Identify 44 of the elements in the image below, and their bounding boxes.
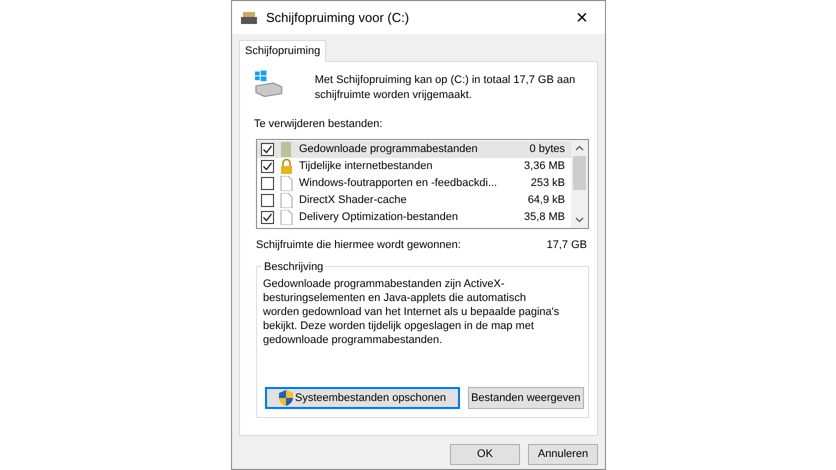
lock-icon: [279, 158, 294, 174]
file-name: Windows-foutrapporten en -feedbackdi...: [299, 176, 498, 191]
checkbox[interactable]: [261, 176, 274, 190]
list-row[interactable]: Tijdelijke internetbestanden 3,36 MB: [257, 158, 571, 174]
group-legend: Beschrijving: [262, 259, 326, 276]
file-name: Tijdelijke internetbestanden: [299, 158, 434, 174]
scroll-up-icon[interactable]: [575, 144, 584, 150]
file-size: 3,36 MB: [524, 158, 565, 174]
file-name: DirectX Shader-cache: [299, 192, 408, 208]
file-name: Delivery Optimization-bestanden: [299, 210, 459, 225]
file-icon: [279, 176, 294, 190]
file-size: 35,8 MB: [524, 210, 565, 225]
drive-icon: [254, 70, 283, 98]
file-size: 253 kB: [530, 176, 565, 191]
list-row[interactable]: Gedownloade programmabestanden 0 bytes: [257, 140, 571, 158]
file-name: Gedownloade programmabestanden: [299, 142, 479, 157]
section-label: Te verwijderen bestanden:: [254, 117, 384, 132]
checkbox[interactable]: [261, 142, 274, 156]
tab[interactable]: Schijfopruiming: [239, 40, 326, 62]
file-icon: [279, 210, 294, 224]
action-button[interactable]: Systeembestanden opschonen: [265, 387, 460, 409]
dialog-button[interactable]: Annuleren: [528, 444, 598, 465]
list-row[interactable]: Delivery Optimization-bestanden 35,8 MB: [257, 208, 571, 226]
intro-text: Met Schijfopruiming kan op (C:) in totaal 17,7 GB aan schijfruimte worden vrijgemaakt.: [314, 73, 576, 103]
list-row[interactable]: Windows-foutrapporten en -feedbackdi... 253 kB: [257, 174, 571, 192]
shield-icon: [279, 390, 293, 406]
file-size: 64,9 kB: [528, 192, 565, 208]
checkbox[interactable]: [261, 210, 274, 224]
close-button[interactable]: ×: [567, 2, 597, 32]
action-button[interactable]: Bestanden weergeven: [468, 387, 584, 409]
file-size: 0 bytes: [530, 142, 565, 157]
scrollbar[interactable]: [571, 140, 588, 228]
gain-value: 17,7 GB: [546, 238, 587, 252]
checkbox[interactable]: [261, 194, 274, 206]
list-row[interactable]: DirectX Shader-cache 64,9 kB: [257, 192, 571, 208]
dialog-button[interactable]: OK: [450, 444, 520, 465]
description-text: Gedownloade programmabestanden zijn ActiveX-besturingselementen en Java-applets die automatisch worden gedownload van het Internet als u bepaalde pagina's bekijkt. Deze worden tijdelijk opgeslagen in de map met gedownloade programmabestanden.: [263, 277, 560, 347]
disk-cleanup-icon: [240, 10, 258, 24]
scroll-down-icon[interactable]: [575, 216, 584, 222]
window-title: Schijfopruiming voor (C:): [266, 8, 410, 27]
file-icon: [279, 192, 294, 208]
gain-label: Schijfruimte die hiermee wordt gewonnen:: [256, 238, 461, 252]
scroll-thumb[interactable]: [573, 156, 586, 190]
checkbox[interactable]: [261, 160, 274, 172]
